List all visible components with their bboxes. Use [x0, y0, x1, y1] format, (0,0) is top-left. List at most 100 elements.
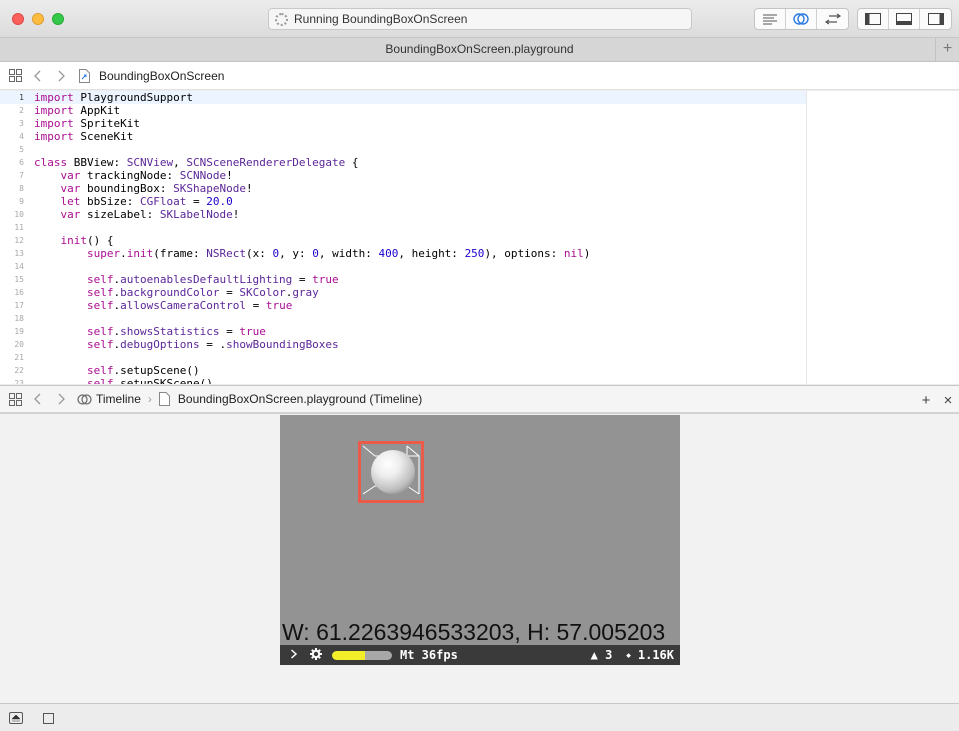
code-text: import SceneKit — [34, 130, 134, 143]
line-number: 22 — [14, 366, 24, 375]
close-window-button[interactable] — [12, 13, 24, 25]
assistant-editor-icon — [793, 13, 809, 25]
code-line[interactable]: 13 super.init(frame: NSRect(x: 0, y: 0, … — [0, 247, 806, 260]
code-line[interactable]: 17 self.allowsCameraControl = true — [0, 299, 806, 312]
back-chevron-icon[interactable] — [30, 391, 46, 407]
code-text: super.init(frame: NSRect(x: 0, y: 0, wid… — [86, 247, 591, 260]
code-line[interactable]: 12 init() { — [0, 234, 806, 247]
line-number: 21 — [14, 353, 24, 362]
fps-readout: Mt 36fps — [400, 648, 458, 662]
editor-mode-segment — [754, 8, 849, 30]
expand-stats-icon[interactable] — [290, 648, 304, 662]
line-number: 11 — [14, 223, 24, 232]
line-number: 6 — [19, 158, 24, 167]
standard-editor-button[interactable] — [755, 9, 786, 29]
version-editor-button[interactable] — [817, 9, 848, 29]
new-tab-button[interactable]: + — [935, 38, 959, 61]
editor-jump-bar: BoundingBoxOnScreen — [0, 62, 959, 90]
activity-viewer: Running BoundingBoxOnScreen — [268, 8, 692, 30]
code-line[interactable]: 4 import SceneKit — [0, 130, 806, 143]
related-items-icon[interactable] — [7, 68, 23, 84]
code-text: init() { — [60, 234, 114, 247]
add-assistant-editor-button[interactable]: + — [915, 392, 937, 409]
code-line[interactable]: 18 — [0, 312, 806, 325]
code-text: import AppKit — [34, 104, 121, 117]
close-assistant-editor-button[interactable]: × — [937, 392, 959, 409]
eject-icon — [12, 714, 20, 721]
progress-spinner-icon — [275, 12, 288, 26]
code-text: self.setupSKScene() — [86, 377, 213, 384]
code-line[interactable]: 19 self.showsStatistics = true — [0, 325, 806, 338]
line-number: 23 — [14, 379, 24, 384]
jump-bar-timeline[interactable]: Timeline — [96, 392, 141, 406]
navigator-toggle-button[interactable] — [858, 9, 889, 29]
stop-button[interactable] — [43, 713, 54, 724]
debug-area-toggle-button[interactable] — [889, 9, 920, 29]
line-number: 19 — [14, 327, 24, 336]
editor-minimap-area — [806, 91, 959, 384]
line-number: 20 — [14, 340, 24, 349]
code-line[interactable]: 2 import AppKit — [0, 104, 806, 117]
forward-chevron-icon[interactable] — [53, 391, 69, 407]
line-number: 5 — [19, 145, 24, 154]
code-line[interactable]: 10 var sizeLabel: SKLabelNode! — [0, 208, 806, 221]
line-number: 17 — [14, 301, 24, 310]
code-line[interactable]: 7 var trackingNode: SCNNode! — [0, 169, 806, 182]
line-number: 7 — [19, 171, 24, 180]
code-text: class BBView: SCNView, SCNSceneRendererD… — [34, 156, 359, 169]
tab-bar: BoundingBoxOnScreen.playground + — [0, 38, 959, 62]
line-number: 3 — [19, 119, 24, 128]
code-text: self.setupScene() — [86, 364, 200, 377]
line-number: 8 — [19, 184, 24, 193]
code-line[interactable]: 14 — [0, 260, 806, 273]
gear-icon[interactable] — [310, 647, 326, 663]
minimize-window-button[interactable] — [32, 13, 44, 25]
assistant-jump-bar: Timeline › BoundingBoxOnScreen.playgroun… — [0, 385, 959, 413]
code-text: self.showsStatistics = true — [86, 325, 266, 338]
scene-statistics-bar: Mt 36fps ▲ 3 ⬩ 1.16K — [280, 645, 680, 665]
node-count: ⬩ 1.16K — [626, 647, 674, 662]
code-line[interactable]: 15 self.autoenablesDefaultLighting = tru… — [0, 273, 806, 286]
triangle-count: ▲ 3 — [590, 648, 613, 662]
playground-file-icon — [157, 391, 173, 407]
zoom-window-button[interactable] — [52, 13, 64, 25]
line-number: 1 — [19, 93, 24, 102]
line-number: 12 — [14, 236, 24, 245]
breadcrumb-separator-icon: › — [147, 392, 152, 406]
code-line[interactable]: 22 self.setupScene() — [0, 364, 806, 377]
hide-debug-area-button[interactable] — [9, 712, 23, 724]
tab-playground[interactable]: BoundingBoxOnScreen.playground — [385, 42, 573, 56]
code-line[interactable]: 1 import PlaygroundSupport — [0, 91, 806, 104]
code-line[interactable]: 23 self.setupSKScene() — [0, 377, 806, 384]
utilities-toggle-button[interactable] — [920, 9, 951, 29]
standard-editor-icon — [763, 14, 777, 25]
code-line[interactable]: 11 — [0, 221, 806, 234]
view-toggle-segment — [857, 8, 952, 30]
jump-bar-file-name[interactable]: BoundingBoxOnScreen — [99, 69, 224, 83]
source-editor[interactable]: 1 import PlaygroundSupport 2 import AppKit 3… — [0, 91, 959, 384]
code-lines[interactable]: 1 import PlaygroundSupport 2 import AppKit 3… — [0, 91, 806, 384]
window-toolbar: Running BoundingBoxOnScreen — [0, 0, 959, 38]
scenekit-live-view[interactable]: W: 61.2263946533203, H: 57.005203 Mt 36f… — [280, 415, 680, 665]
code-line[interactable]: 9 let bbSize: CGFloat = 20.0 — [0, 195, 806, 208]
assistant-editor-button[interactable] — [786, 9, 817, 29]
line-number: 2 — [19, 106, 24, 115]
code-line[interactable]: 16 self.backgroundColor = SKColor.gray — [0, 286, 806, 299]
bottom-status-bar — [0, 703, 959, 731]
jump-bar-timeline-file[interactable]: BoundingBoxOnScreen.playground (Timeline… — [178, 392, 422, 406]
back-chevron-icon[interactable] — [30, 68, 46, 84]
code-line[interactable]: 21 — [0, 351, 806, 364]
code-line[interactable]: 3 import SpriteKit — [0, 117, 806, 130]
code-text: var sizeLabel: SKLabelNode! — [60, 208, 240, 221]
playground-file-icon — [76, 68, 92, 84]
forward-chevron-icon[interactable] — [53, 68, 69, 84]
code-line[interactable]: 5 — [0, 143, 806, 156]
code-text: self.allowsCameraControl = true — [86, 299, 293, 312]
line-number: 9 — [19, 197, 24, 206]
code-line[interactable]: 20 self.debugOptions = .showBoundingBoxe… — [0, 338, 806, 351]
line-number: 18 — [14, 314, 24, 323]
code-line[interactable]: 8 var boundingBox: SKShapeNode! — [0, 182, 806, 195]
related-items-icon[interactable] — [7, 391, 23, 407]
code-text: self.debugOptions = .showBoundingBoxes — [86, 338, 339, 351]
code-line[interactable]: 6 class BBView: SCNView, SCNSceneRenderer… — [0, 156, 806, 169]
